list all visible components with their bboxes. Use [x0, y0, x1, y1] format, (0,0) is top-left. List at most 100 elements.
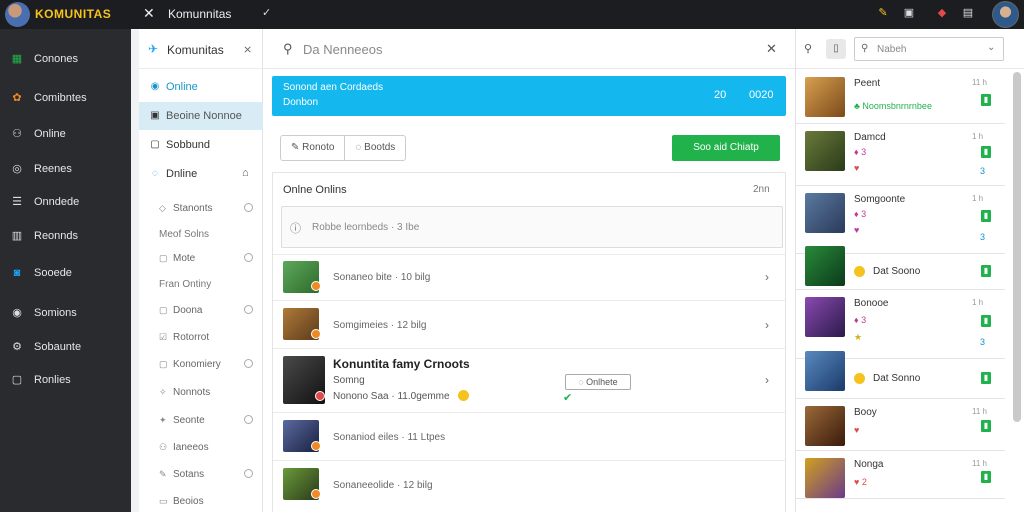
row-text: Sonaneo bite · 10 bilg — [333, 272, 431, 283]
user-card[interactable]: Somgoonte ♦ 3 ♥ 1 h ▮ 3 — [796, 186, 1005, 254]
radio-button[interactable] — [244, 359, 253, 368]
list-row[interactable]: Sonaneeolide · 12 bilg — [273, 460, 785, 510]
bell-icon[interactable]: ◆ — [935, 6, 949, 20]
search-icon[interactable]: ⚲ — [804, 42, 812, 55]
nav-item-4[interactable]: ☰ Onndede — [0, 188, 131, 216]
badge-icon — [311, 441, 321, 451]
sub-item[interactable]: ☑ Rotorrot — [139, 327, 263, 349]
user-card[interactable]: Nonga ♥ 2 11 h ▮ — [796, 451, 1005, 499]
sub-item[interactable]: ✦ Seonte — [139, 410, 263, 432]
nav-item-1[interactable]: ✿ Comibntes — [0, 84, 131, 112]
sub-item[interactable]: ▢ Konomiery — [139, 354, 263, 376]
nav-item-0[interactable]: ▦ Conones — [0, 45, 131, 73]
right-search-placeholder: Nabeh — [877, 44, 907, 55]
chevron-right-icon[interactable]: › — [765, 373, 769, 387]
chevron-icon: ◇ — [159, 203, 166, 213]
list-row[interactable]: Somgimeies · 12 bilg › — [273, 300, 785, 348]
dropdown-icon[interactable]: ⌄ — [987, 42, 995, 53]
nav-item-2[interactable]: ⚇ Online — [0, 120, 131, 148]
sub-item-label: Stanonts — [173, 203, 213, 214]
card-num: 3 — [980, 337, 986, 347]
sub-item[interactable]: ◇ Stanonts — [139, 198, 263, 220]
bird-icon: ✈ — [148, 42, 159, 56]
close-icon[interactable]: ⨯ — [243, 43, 252, 56]
scrollbar[interactable] — [1013, 72, 1021, 422]
sub-item[interactable]: ✧ Nonnots — [139, 382, 263, 404]
sub-item[interactable]: ▢ Doona — [139, 300, 263, 322]
nav-item-9[interactable]: ▢ Ronlies — [0, 366, 131, 394]
sub-item-label: Doona — [173, 305, 203, 316]
lock-icon[interactable]: ▯ — [826, 39, 846, 59]
user-card[interactable]: Peent ♣ Noomsbnrnrnbee 11 h ▮ — [796, 70, 1005, 124]
grid-icon: ▦ — [11, 53, 23, 65]
search-input[interactable]: Da Nenneeos — [303, 42, 383, 57]
list-count: 2nn — [753, 184, 770, 195]
row-text: Sonaniod eiles · 11 Ltpes — [333, 432, 446, 443]
list-search[interactable]: ⓘ Robbe leornbeds · 3 Ibe — [281, 206, 783, 248]
card-name: Bonooe — [854, 298, 889, 309]
user-card[interactable]: Bonooe ♦ 3 ★ 1 h ▮ 3 — [796, 290, 1005, 359]
nav-item-5[interactable]: ▥ Reonnds — [0, 222, 131, 250]
nav-item-7[interactable]: ◉ Somions — [0, 299, 131, 327]
home-icon[interactable]: ⌂ — [242, 167, 249, 179]
user-card[interactable]: Damcd ♦ 3 ♥ 1 h ▮ 3 — [796, 124, 1005, 186]
radio-button[interactable] — [244, 253, 253, 262]
info-banner[interactable]: Sonond aen Cordaeds Donbon 20 0020 — [272, 76, 786, 116]
sub-item[interactable]: ▢ Mote — [139, 248, 263, 270]
paint-icon[interactable]: ✎ — [876, 6, 890, 20]
sub-item[interactable]: ▭ Beoios — [139, 491, 263, 512]
list-row[interactable]: Sonaneo bite · 10 bilg › — [273, 254, 785, 300]
card-num: 3 — [980, 166, 986, 176]
sub-item[interactable]: ⚇ Ianeeos — [139, 437, 263, 459]
list-row[interactable]: Sonaniod eiles · 11 Ltpes — [273, 412, 785, 460]
record-icon: ◉ — [12, 307, 22, 319]
status-icon: ▮ — [981, 146, 991, 158]
list-search-text: Robbe leornbeds · 3 Ibe — [312, 222, 420, 233]
chevron-down-icon[interactable]: ✓ — [262, 6, 271, 19]
card-time: 11 h — [972, 407, 987, 416]
close-icon[interactable]: ✕ — [766, 41, 777, 57]
nav-item-8[interactable]: ⚙ Sobaunte — [0, 333, 131, 361]
panel-item-sobbund[interactable]: ▢ Sobbund — [139, 131, 263, 159]
status-icon: ▮ — [981, 471, 991, 483]
nav-label: Comibntes — [34, 92, 87, 104]
radio-button[interactable] — [244, 203, 253, 212]
list-title: Onlne Onlins — [283, 184, 347, 196]
user-card[interactable]: Booy ♥ 11 h ▮ — [796, 399, 1005, 451]
window-icon[interactable]: ▣ — [902, 6, 916, 20]
segment-ronoto[interactable]: ✎ Ronoto — [281, 136, 346, 160]
radio-button[interactable] — [244, 415, 253, 424]
radio-button[interactable] — [244, 305, 253, 314]
sub-item[interactable]: ✎ Sotans — [139, 464, 263, 486]
status-icon: ▮ — [981, 210, 991, 222]
list-row-featured[interactable]: Konuntita famy Crnoots Somng Nonono Saa … — [273, 348, 785, 412]
chevron-right-icon[interactable]: › — [765, 318, 769, 332]
user-card[interactable]: Dat Soono ▮ — [796, 246, 1005, 290]
card-sub: ♥ — [854, 425, 860, 435]
title-bar: KOMUNITAS ✕ Komunnitas ✓ ✎ ▣ ◆ ▤ — [0, 0, 1024, 29]
user-avatar[interactable] — [992, 1, 1019, 28]
panel-item-selected[interactable]: ▣ Beoine Nonnoe — [139, 102, 263, 130]
right-search-input[interactable]: ⚲ Nabeh ⌄ — [854, 37, 1004, 61]
status-icon: ▮ — [981, 315, 991, 327]
card-time: 1 h — [972, 132, 984, 141]
sub-header: Meof Solns — [139, 224, 263, 246]
online-button[interactable]: ◌ Onlhete — [565, 374, 631, 390]
panel-item-online[interactable]: ◉ Online — [139, 73, 263, 101]
radio-button[interactable] — [244, 469, 253, 478]
calendar-icon[interactable]: ▤ — [961, 6, 975, 20]
search-bar: ⚲ Da Nenneeos ✕ — [263, 29, 795, 69]
panel-item-dnline[interactable]: ◌ Dnline ⌂ — [139, 160, 263, 188]
nav-item-6[interactable]: ◙ Sooede — [0, 259, 131, 287]
card-time: 1 h — [972, 194, 984, 203]
user-card[interactable]: Dat Sonno ▮ — [796, 351, 1005, 399]
primary-action-button[interactable]: Soo aid Chiatp — [672, 135, 780, 161]
people-icon: ⚇ — [12, 128, 22, 140]
sub-item-label: Nonnots — [173, 387, 211, 398]
chevron-right-icon[interactable]: › — [765, 270, 769, 284]
badge-icon — [311, 281, 321, 291]
card-name: Somgoonte — [854, 194, 906, 205]
nav-item-3[interactable]: ◎ Reenes — [0, 155, 131, 183]
close-icon[interactable]: ✕ — [143, 5, 155, 22]
segment-bootds[interactable]: ◌ Bootds — [345, 136, 405, 160]
